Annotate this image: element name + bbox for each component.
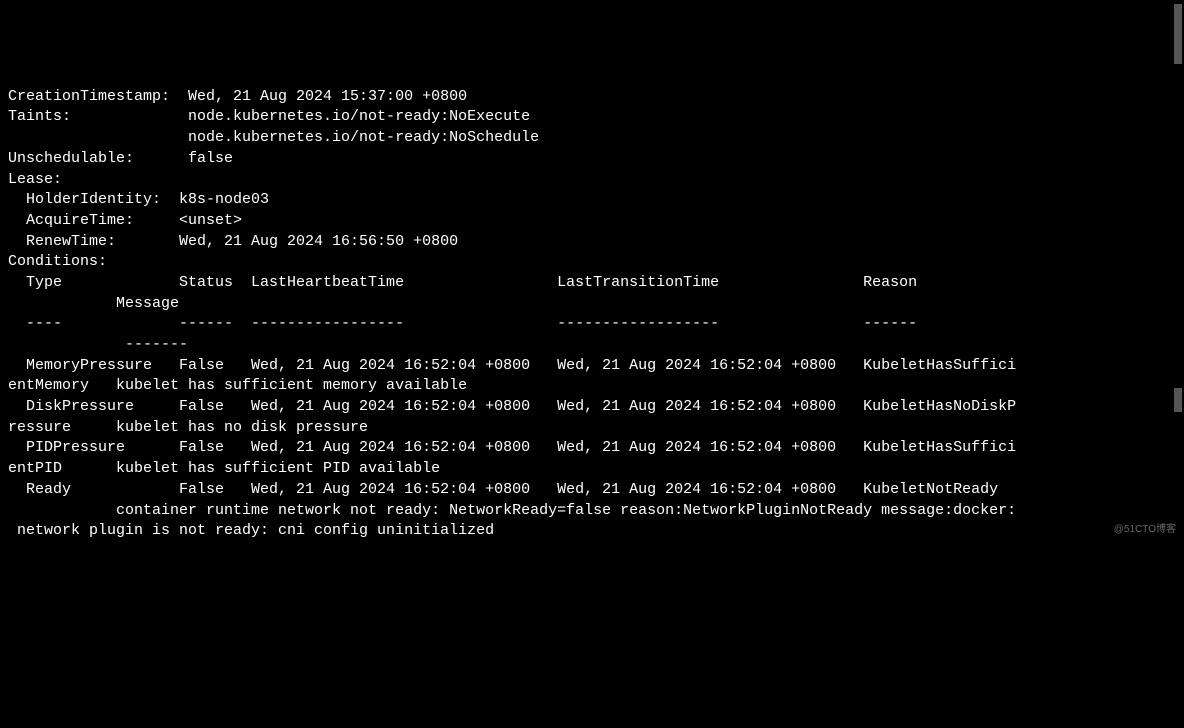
- watermark: @51CTO博客: [1114, 523, 1176, 537]
- line-unschedulable: Unschedulable: false: [8, 150, 233, 167]
- line-pid-pressure-1: PIDPressure False Wed, 21 Aug 2024 16:52…: [8, 439, 1016, 456]
- line-conditions-divider-1: ---- ------ ----------------- ----------…: [8, 315, 917, 332]
- line-conditions-divider-2: -------: [8, 336, 188, 353]
- line-memory-pressure-2: entMemory kubelet has sufficient memory …: [8, 377, 467, 394]
- line-disk-pressure-2: ressure kubelet has no disk pressure: [8, 419, 368, 436]
- line-lease: Lease:: [8, 171, 62, 188]
- line-ready-3: network plugin is not ready: cni config …: [8, 522, 494, 539]
- scrollbar-thumb-top[interactable]: [1174, 4, 1182, 64]
- line-acquire-time: AcquireTime: <unset>: [8, 212, 242, 229]
- line-ready-1: Ready False Wed, 21 Aug 2024 16:52:04 +0…: [8, 481, 998, 498]
- line-disk-pressure-1: DiskPressure False Wed, 21 Aug 2024 16:5…: [8, 398, 1016, 415]
- line-conditions: Conditions:: [8, 253, 107, 270]
- terminal-output: CreationTimestamp: Wed, 21 Aug 2024 15:3…: [8, 87, 1176, 542]
- line-taints-2: node.kubernetes.io/not-ready:NoSchedule: [8, 129, 539, 146]
- line-ready-2: container runtime network not ready: Net…: [8, 502, 1016, 519]
- line-conditions-header-2: Message: [8, 295, 179, 312]
- line-memory-pressure-1: MemoryPressure False Wed, 21 Aug 2024 16…: [8, 357, 1016, 374]
- line-conditions-header-1: Type Status LastHeartbeatTime LastTransi…: [8, 274, 917, 291]
- line-renew-time: RenewTime: Wed, 21 Aug 2024 16:56:50 +08…: [8, 233, 458, 250]
- line-holder-identity: HolderIdentity: k8s-node03: [8, 191, 269, 208]
- line-creation-timestamp: CreationTimestamp: Wed, 21 Aug 2024 15:3…: [8, 88, 467, 105]
- line-pid-pressure-2: entPID kubelet has sufficient PID availa…: [8, 460, 440, 477]
- line-taints-1: Taints: node.kubernetes.io/not-ready:NoE…: [8, 108, 530, 125]
- scrollbar-thumb-bottom[interactable]: [1174, 388, 1182, 412]
